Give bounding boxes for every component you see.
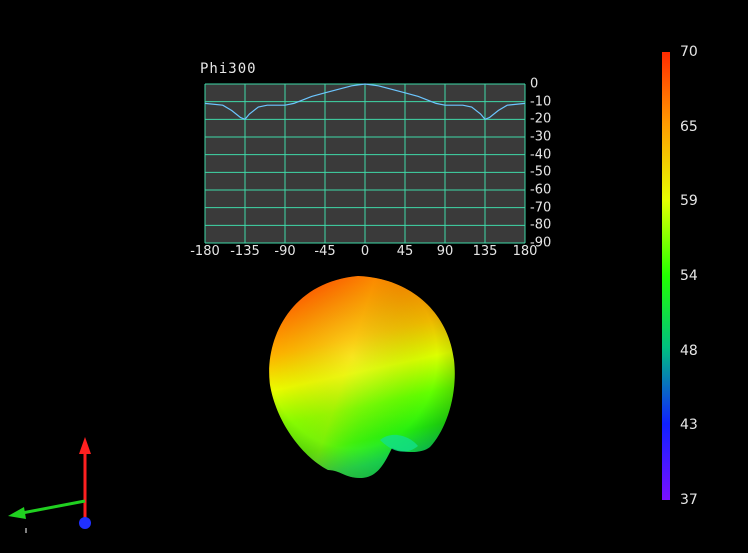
y-axis-dot bbox=[79, 517, 91, 529]
x-axis-arrowhead bbox=[8, 507, 26, 519]
radiation-pattern-viewport[interactable]: Phi300 -180 -135 -90 -45 0 45 90 135 180 0 -10 -20… bbox=[0, 0, 748, 553]
axes-triad[interactable] bbox=[0, 0, 748, 553]
z-axis-arrowhead bbox=[79, 437, 91, 454]
x-axis-line bbox=[21, 499, 86, 515]
